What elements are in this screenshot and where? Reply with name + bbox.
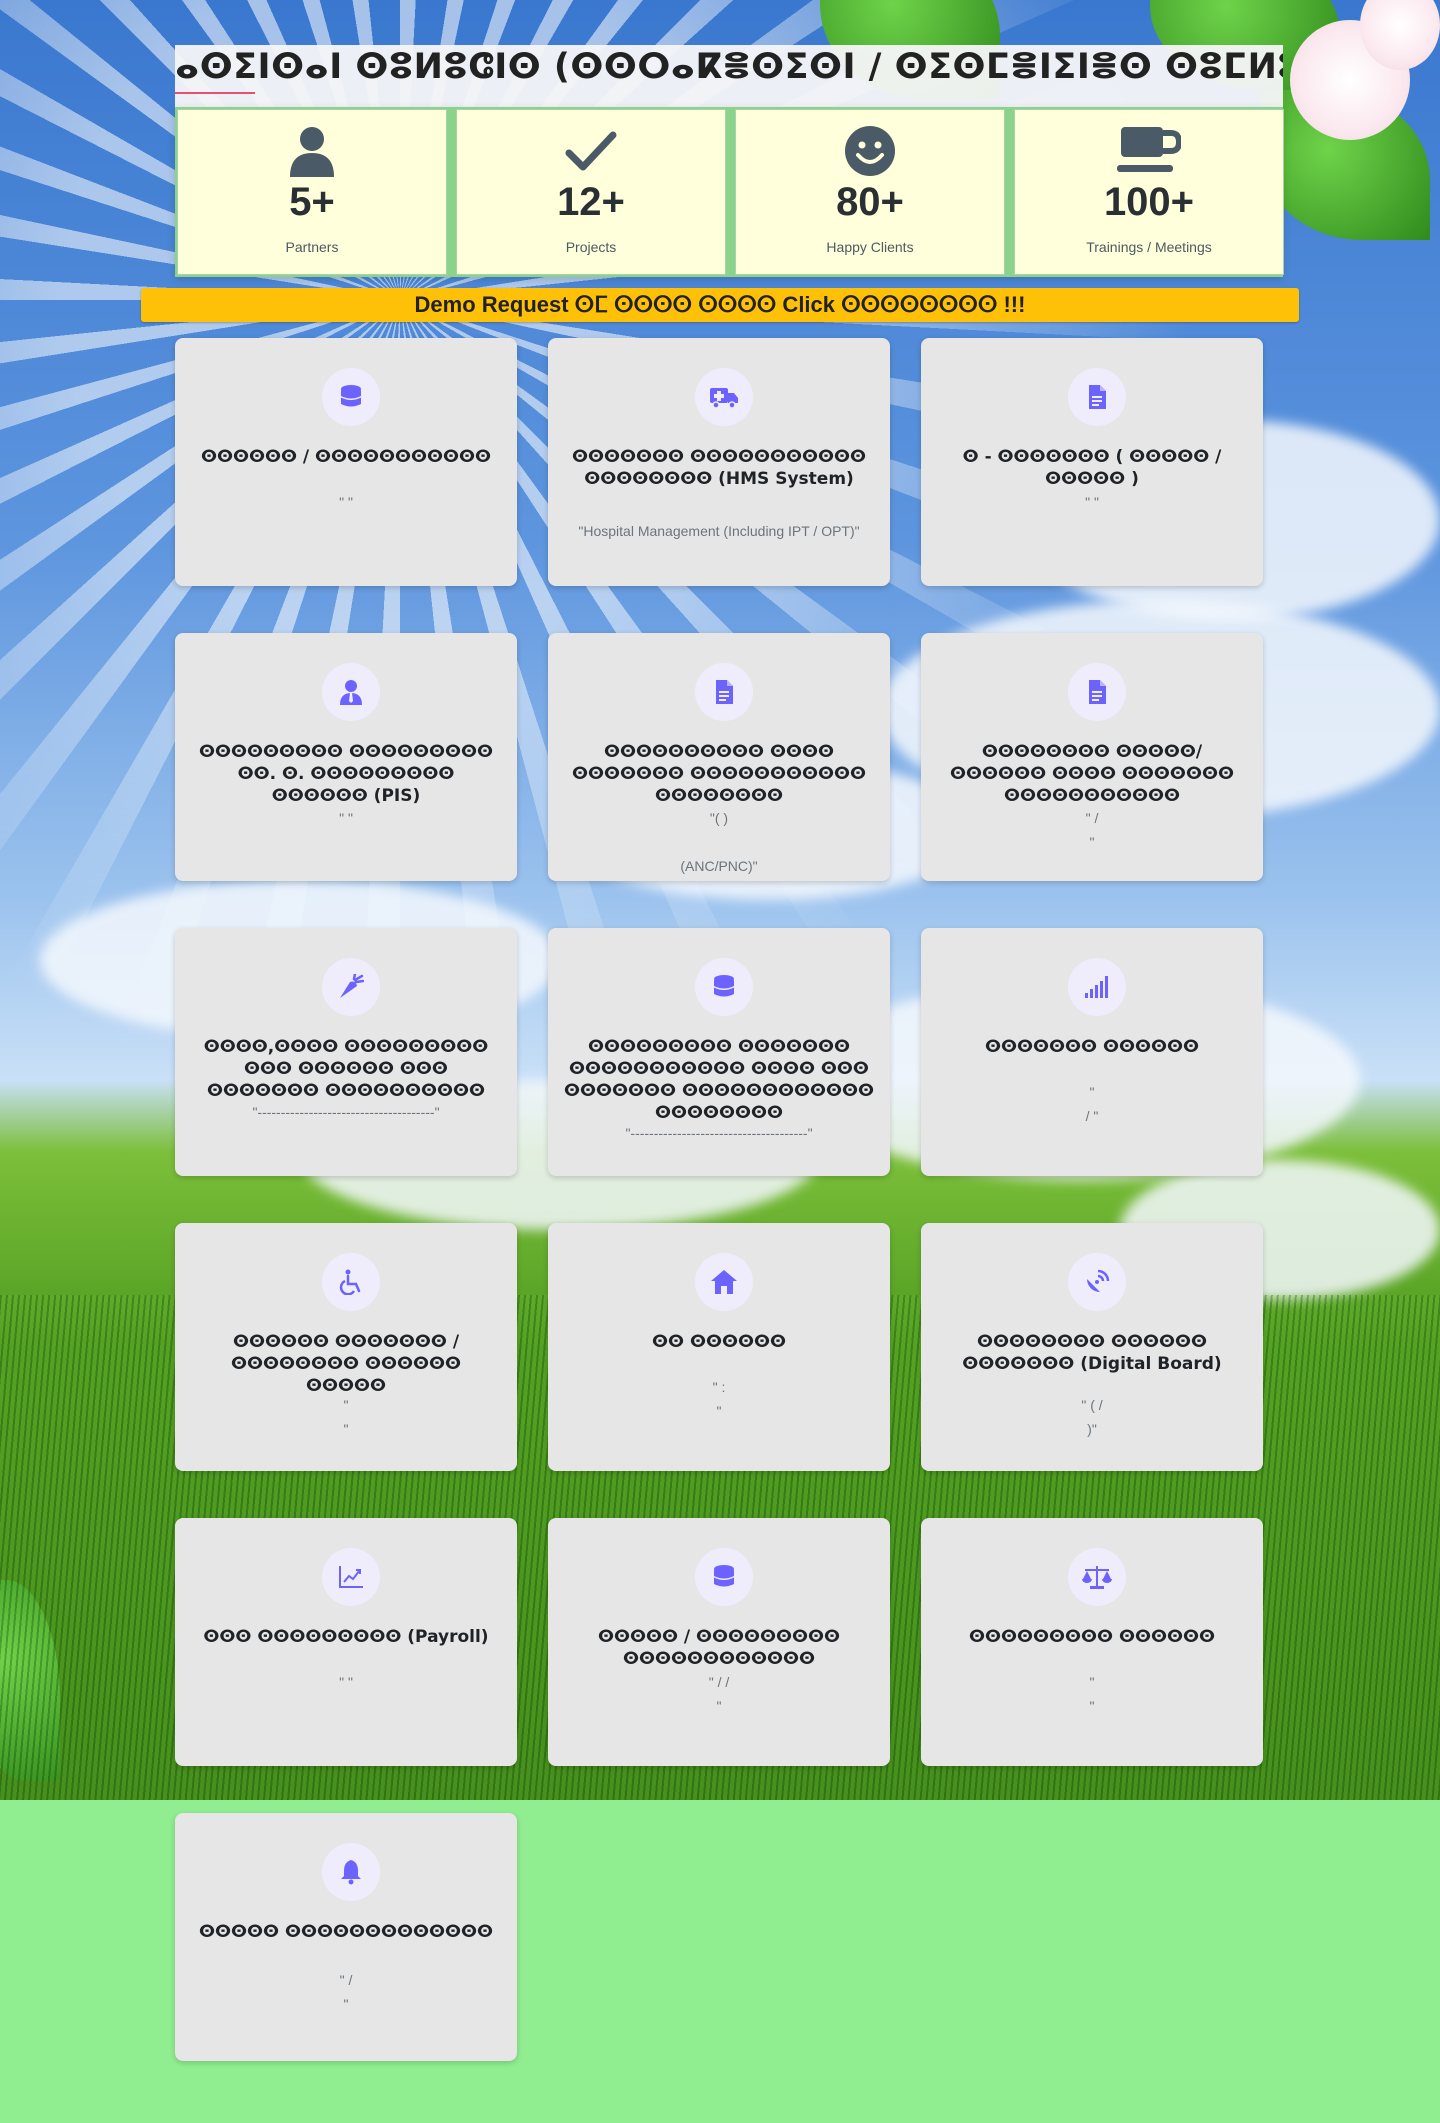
service-description: " / [1085,810,1099,826]
service-card[interactable]: ⵙ - ⵙⵙⵙⵙⵙⵙⵙ ( ⵙⵙⵙⵙⵙ / ⵙⵙⵙⵙⵙ ) " " [921,338,1263,586]
service-description: " [1089,1674,1095,1690]
service-card[interactable]: ⵙⵙⵙⵙⵙⵙⵙ ⵙⵙⵙⵙⵙⵙⵙⵙⵙⵙⵙ ⵙⵙⵙⵙⵙⵙⵙⵙ (HMS System… [548,338,890,586]
service-description: " / / [708,1674,730,1690]
service-title: ⵙⵙⵙⵙⵙ ⵙⵙⵙⵙⵙⵙⵙⵙⵙⵙⵙⵙⵙ [199,1922,493,1942]
user-icon [178,125,446,177]
home-icon [695,1253,753,1311]
service-description: " [1089,1084,1095,1100]
service-card[interactable]: ⵙⵙⵙⵙⵙ ⵙⵙⵙⵙⵙⵙⵙⵙⵙⵙⵙⵙⵙ " / " [175,1813,517,2061]
user-tie-icon [322,663,380,721]
document-icon [1068,663,1126,721]
service-description: " [1089,1698,1095,1714]
service-description: " " [1085,494,1099,510]
coffee-cup-icon [1015,125,1283,177]
document-icon [1068,368,1126,426]
stat-value: 5+ [289,180,335,224]
service-description: " [716,1403,722,1419]
service-card[interactable]: ⵙⵙⵙⵙⵙⵙⵙⵙⵙⵙ ⵙⵙⵙⵙ ⵙⵙⵙⵙⵙⵙⵙ ⵙⵙⵙⵙⵙⵙⵙⵙⵙⵙⵙ ⵙⵙⵙⵙ… [548,633,890,881]
document-icon [695,663,753,721]
stat-value: 100+ [1103,180,1195,224]
service-description: " / [339,1972,353,1988]
service-description: " [343,1996,349,2012]
ambulance-icon [695,368,753,426]
service-title: ⵙⵙⵙⵙⵙⵙⵙⵙ ⵙⵙⵙⵙⵙⵙ ⵙⵙⵙⵙⵙⵙⵙ (Digital Board) [962,1332,1222,1374]
database-icon [695,1548,753,1606]
service-card[interactable]: ⵙⵙⵙⵙⵙⵙ ⵙⵙⵙⵙⵙⵙⵙ / ⵙⵙⵙⵙⵙⵙⵙⵙ ⵙⵙⵙⵙⵙⵙ ⵙⵙⵙⵙⵙ " " [175,1223,517,1471]
service-title: ⵙⵙⵙⵙ,ⵙⵙⵙⵙ ⵙⵙⵙⵙⵙⵙⵙⵙⵙ ⵙⵙⵙ ⵙⵙⵙⵙⵙⵙ ⵙⵙⵙ ⵙⵙⵙⵙⵙ… [203,1037,489,1101]
stat-label: Projects [565,239,617,255]
service-card[interactable]: ⵙⵙⵙⵙ,ⵙⵙⵙⵙ ⵙⵙⵙⵙⵙⵙⵙⵙⵙ ⵙⵙⵙ ⵙⵙⵙⵙⵙⵙ ⵙⵙⵙ ⵙⵙⵙⵙⵙ… [175,928,517,1176]
service-description: "--------------------------------------" [625,1125,813,1141]
service-title: ⵙⵙⵙ ⵙⵙⵙⵙⵙⵙⵙⵙⵙ (Payroll) [203,1627,489,1647]
service-description: " [343,1421,349,1437]
database-icon [322,368,380,426]
title-underline [175,92,255,94]
satellite-dish-icon [1068,1253,1126,1311]
stat-projects: 12+ Projects [456,109,726,275]
service-card[interactable]: ⵙⵙⵙⵙⵙⵙⵙⵙⵙ ⵙⵙⵙⵙⵙⵙⵙ ⵙⵙⵙⵙⵙⵙⵙⵙⵙⵙⵙ ⵙⵙⵙⵙ ⵙⵙⵙ ⵙ… [548,928,890,1176]
service-description: "--------------------------------------" [252,1104,440,1120]
service-description: " [343,1397,349,1413]
service-description: "Hospital Management (Including IPT / OP… [578,523,860,539]
stat-value: 80+ [836,180,904,224]
stat-partners: 5+ Partners [177,109,447,275]
stat-label: Happy Clients [826,239,914,255]
service-card[interactable]: ⵙⵙⵙⵙⵙⵙ / ⵙⵙⵙⵙⵙⵙⵙⵙⵙⵙⵙ " " [175,338,517,586]
scale-balance-icon [1068,1548,1126,1606]
service-title: ⵙⵙⵙⵙⵙⵙⵙⵙⵙ ⵙⵙⵙⵙⵙⵙⵙ ⵙⵙⵙⵙⵙⵙⵙⵙⵙⵙⵙ ⵙⵙⵙⵙ ⵙⵙⵙ ⵙ… [564,1037,874,1123]
service-description: " [716,1698,722,1714]
service-title: ⵙⵙⵙⵙⵙⵙ / ⵙⵙⵙⵙⵙⵙⵙⵙⵙⵙⵙ [200,447,492,467]
service-description: " " [339,1674,353,1690]
stat-value: 12+ [557,180,625,224]
stat-label: Trainings / Meetings [1086,239,1212,255]
service-title: ⵙⵙⵙⵙⵙⵙⵙⵙⵙⵙ ⵙⵙⵙⵙ ⵙⵙⵙⵙⵙⵙⵙ ⵙⵙⵙⵙⵙⵙⵙⵙⵙⵙⵙ ⵙⵙⵙⵙ… [572,742,866,806]
service-title: ⵙ - ⵙⵙⵙⵙⵙⵙⵙ ( ⵙⵙⵙⵙⵙ / ⵙⵙⵙⵙⵙ ) [962,447,1222,489]
service-description: "( ) [709,810,729,826]
wheelchair-icon [322,1253,380,1311]
service-card[interactable]: ⵙⵙⵙⵙⵙⵙⵙ ⵙⵙⵙⵙⵙⵙ " / " [921,928,1263,1176]
service-description: / " [1085,1108,1099,1124]
stat-happy-clients: 80+ Happy Clients [735,109,1005,275]
page-title: ⴰⵙⵉⵏⵙⴰⵏ ⵙⵓⵍⵓⵛⵏⵙ (ⵙⵙⵔⴰⴽⴻⵙⵉⵙⵏ / ⵙⵉⵙⵎⴻⵏⵉⵏⴻⵙ… [175,47,1283,87]
service-card[interactable]: ⵙⵙⵙⵙⵙⵙⵙⵙ ⵙⵙⵙⵙⵙⵙ ⵙⵙⵙⵙⵙⵙⵙ (Digital Board) "… [921,1223,1263,1471]
service-title: ⵙⵙ ⵙⵙⵙⵙⵙⵙ [652,1332,786,1352]
carrot-icon [322,958,380,1016]
smile-icon [736,125,1004,177]
chart-line-icon [322,1548,380,1606]
service-title: ⵙⵙⵙⵙⵙⵙⵙⵙⵙ ⵙⵙⵙⵙⵙⵙ [969,1627,1215,1647]
service-card[interactable]: ⵙⵙⵙⵙⵙⵙⵙⵙⵙ ⵙⵙⵙⵙⵙⵙ " " [921,1518,1263,1766]
service-card[interactable]: ⵙⵙⵙⵙⵙ / ⵙⵙⵙⵙⵙⵙⵙⵙⵙ ⵙⵙⵙⵙⵙⵙⵙⵙⵙⵙⵙⵙ " / / " [548,1518,890,1766]
service-card[interactable]: ⵙⵙⵙⵙⵙⵙⵙⵙⵙ ⵙⵙⵙⵙⵙⵙⵙⵙⵙ ⵙⵙ. ⵙ. ⵙⵙⵙⵙⵙⵙⵙⵙⵙ ⵙⵙⵙ… [175,633,517,881]
stat-trainings: 100+ Trainings / Meetings [1014,109,1284,275]
check-icon [457,125,725,177]
service-card[interactable]: ⵙⵙⵙ ⵙⵙⵙⵙⵙⵙⵙⵙⵙ (Payroll) " " [175,1518,517,1766]
service-description: (ANC/PNC)" [680,858,758,874]
service-title: ⵙⵙⵙⵙⵙⵙⵙⵙⵙ ⵙⵙⵙⵙⵙⵙⵙⵙⵙ ⵙⵙ. ⵙ. ⵙⵙⵙⵙⵙⵙⵙⵙⵙ ⵙⵙⵙ… [199,742,493,806]
service-card[interactable]: ⵙⵙⵙⵙⵙⵙⵙⵙ ⵙⵙⵙⵙⵙ/ⵙⵙⵙⵙⵙⵙ ⵙⵙⵙⵙ ⵙⵙⵙⵙⵙⵙⵙ ⵙⵙⵙⵙⵙ… [921,633,1263,881]
service-description: " : [712,1379,726,1395]
bell-icon [322,1843,380,1901]
service-title: ⵙⵙⵙⵙⵙⵙ ⵙⵙⵙⵙⵙⵙⵙ / ⵙⵙⵙⵙⵙⵙⵙⵙ ⵙⵙⵙⵙⵙⵙ ⵙⵙⵙⵙⵙ [231,1332,461,1396]
service-title: ⵙⵙⵙⵙⵙⵙⵙ ⵙⵙⵙⵙⵙⵙⵙⵙⵙⵙⵙ ⵙⵙⵙⵙⵙⵙⵙⵙ (HMS System… [572,447,866,489]
header-banner: ⴰⵙⵉⵏⵙⴰⵏ ⵙⵓⵍⵓⵛⵏⵙ (ⵙⵙⵔⴰⴽⴻⵙⵉⵙⵏ / ⵙⵉⵙⵎⴻⵏⵉⵏⴻⵙ… [175,45,1283,107]
service-title: ⵙⵙⵙⵙⵙ / ⵙⵙⵙⵙⵙⵙⵙⵙⵙ ⵙⵙⵙⵙⵙⵙⵙⵙⵙⵙⵙⵙ [597,1627,841,1669]
service-description: " ( / [1081,1397,1103,1413]
service-description: " " [339,494,353,510]
signal-bars-icon [1068,958,1126,1016]
service-description: " [1089,834,1095,850]
service-title: ⵙⵙⵙⵙⵙⵙⵙⵙ ⵙⵙⵙⵙⵙ/ⵙⵙⵙⵙⵙⵙ ⵙⵙⵙⵙ ⵙⵙⵙⵙⵙⵙⵙ ⵙⵙⵙⵙⵙ… [950,742,1234,806]
stat-label: Partners [285,239,339,255]
demo-request-button[interactable]: Demo Request ⵙⵎ ⵙⵙⵙⵙ ⵙⵙⵙⵙ Click ⵙⵙⵙⵙⵙⵙⵙⵙ… [141,288,1299,322]
service-description: " " [339,810,353,826]
service-card[interactable]: ⵙⵙ ⵙⵙⵙⵙⵙⵙ " : " [548,1223,890,1471]
stats-row: 5+ Partners 12+ Projects 80+ Happy Clien… [175,107,1284,277]
service-title: ⵙⵙⵙⵙⵙⵙⵙ ⵙⵙⵙⵙⵙⵙ [985,1037,1199,1057]
database-icon [695,958,753,1016]
service-description: )" [1087,1421,1097,1437]
